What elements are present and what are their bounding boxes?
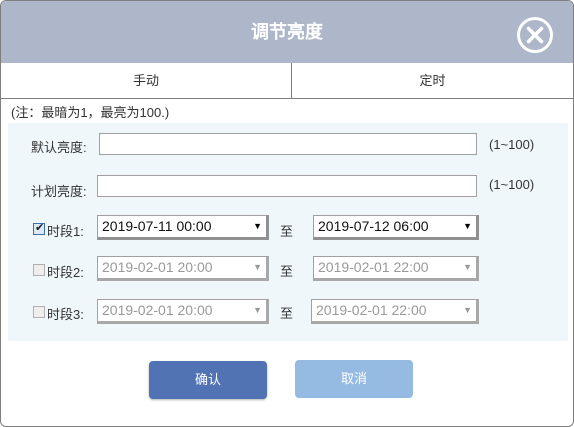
close-icon[interactable] [517,17,553,53]
period-3-label: 时段3: [47,307,84,322]
period-2-end-select[interactable]: 2019-02-01 22:00 ▼ [313,256,479,281]
period-3-end-select[interactable]: 2019-02-01 22:00 ▼ [311,299,479,324]
period-1-checkbox[interactable]: ✔ [33,222,45,235]
dropdown-arrow-icon: ▼ [253,262,262,272]
period-2-start-value: 2019-02-01 20:00 [102,259,213,275]
default-brightness-input[interactable] [99,133,477,155]
title-bar: 调节亮度 [1,1,573,63]
dropdown-arrow-icon: ▼ [253,221,262,231]
checkmark-icon: ✔ [35,222,45,234]
default-brightness-range: (1~100) [489,137,535,152]
dropdown-arrow-icon: ▼ [253,305,262,315]
period-1-start-value: 2019-07-11 00:00 [102,218,212,234]
period-2-to-label: 至 [280,264,294,279]
period-2-start-select[interactable]: 2019-02-01 20:00 ▼ [97,256,269,281]
plan-brightness-input[interactable] [97,175,477,197]
default-brightness-label: 默认亮度: [31,140,87,155]
plan-brightness-label: 计划亮度: [31,184,87,199]
period-1-end-select[interactable]: 2019-07-12 06:00 ▼ [313,215,479,240]
period-3-start-value: 2019-02-01 20:00 [102,302,213,318]
dialog-title: 调节亮度 [251,22,323,42]
tab-bar: 手动 定时 [1,63,573,99]
dropdown-arrow-icon: ▼ [463,305,472,315]
dropdown-arrow-icon: ▼ [463,221,472,231]
period-2-end-value: 2019-02-01 22:00 [318,259,429,275]
confirm-button[interactable]: 确认 [149,361,267,399]
period-1-start-select[interactable]: 2019-07-11 00:00 ▼ [97,215,269,240]
period-3-start-select[interactable]: 2019-02-01 20:00 ▼ [97,299,269,324]
brightness-dialog: 调节亮度 手动 定时 (注：最暗为1，最亮为100.) 默认亮度: (1~100… [0,0,574,427]
tab-timer[interactable]: 定时 [292,63,573,98]
cancel-button[interactable]: 取消 [295,360,413,398]
period-1-to-label: 至 [280,224,294,239]
period-1-end-value: 2019-07-12 06:00 [318,218,429,234]
dropdown-arrow-icon: ▼ [463,262,472,272]
tab-manual[interactable]: 手动 [1,63,292,98]
plan-brightness-range: (1~100) [489,177,535,192]
period-2-label: 时段2: [47,265,84,280]
period-3-to-label: 至 [280,306,294,321]
period-1-label: 时段1: [47,224,84,239]
period-2-checkbox[interactable] [33,264,45,276]
period-3-checkbox[interactable] [33,306,45,318]
period-3-end-value: 2019-02-01 22:00 [316,302,427,318]
brightness-note: (注：最暗为1，最亮为100.) [11,105,170,120]
